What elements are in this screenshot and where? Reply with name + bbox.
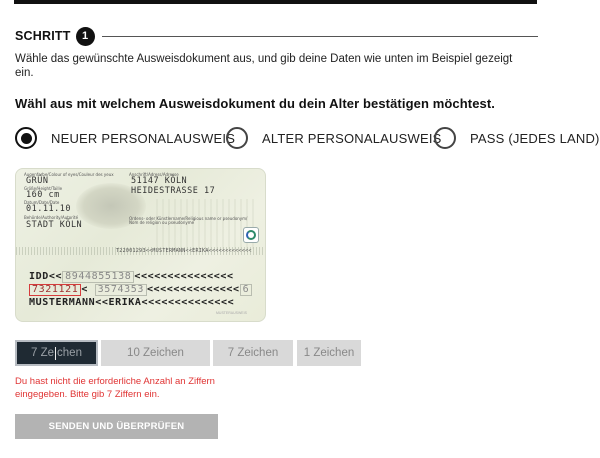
step-header: SCHRITT 1	[15, 26, 538, 46]
mrz-expiry-box: 3574353	[94, 284, 147, 296]
text-caret	[55, 346, 57, 360]
card-authority: STADT KÖLN	[26, 220, 83, 230]
radio-label: ALTER PERSONALAUSWEIS	[262, 130, 442, 146]
mrz-card-number-box: 8944855138	[62, 271, 135, 283]
mrz-line-2: 7321121 < 3574353 <<<<<<<<<<<<<< 6	[29, 284, 253, 296]
document-question: Wähl aus mit welchem Ausweisdokument du …	[15, 96, 495, 111]
radio-unchecked-icon[interactable]	[434, 127, 456, 149]
radio-old-id-card[interactable]: ALTER PERSONALAUSWEIS	[226, 126, 442, 150]
input-10-digits[interactable]: 10 Zeichen	[101, 340, 210, 366]
mrz-line-3: MUSTERMANN<<ERIKA<<<<<<<<<<<<<<	[29, 297, 235, 308]
card-eye-color: GRÜN	[26, 176, 49, 186]
card-hologram-icon	[243, 227, 259, 243]
card-address-line2: HEIDESTRASSE 17	[131, 186, 216, 196]
radio-label: PASS (JEDES LAND)	[470, 130, 600, 146]
step-divider	[101, 35, 538, 37]
intro-text: Wähle das gewünschte Ausweisdokument aus…	[15, 53, 513, 79]
input-1-digit[interactable]: 1 Zeichen	[297, 340, 361, 366]
card-stripe-text: T22001293<<MUSTERMANN<<ERIKA<<<<<<<<<<<<…	[116, 248, 252, 254]
mrz-birthdate-box-highlight: 7321121	[29, 284, 82, 296]
card-footer-text: MUSTERAUSWEIS	[216, 311, 247, 315]
mrz-line-1: IDD<< 8944855138 <<<<<<<<<<<<<<<	[29, 271, 234, 283]
radio-passport[interactable]: PASS (JEDES LAND)	[434, 126, 600, 150]
card-address-line1: 51147 KÖLN	[131, 176, 188, 186]
id-card-example-image: Augenfarbe/Colour of eyes/Couleur des ye…	[15, 168, 266, 322]
document-type-radio-group: NEUER PERSONALAUSWEIS ALTER PERSONALAUSW…	[15, 126, 600, 150]
card-date: 01.11.10	[26, 204, 71, 214]
radio-label: NEUER PERSONALAUSWEIS	[51, 130, 236, 146]
top-bar	[14, 0, 537, 4]
submit-verify-button[interactable]: SENDEN UND ÜBERPRÜFEN	[15, 414, 218, 439]
radio-new-id-card[interactable]: NEUER PERSONALAUSWEIS	[15, 126, 235, 150]
radio-unchecked-icon[interactable]	[226, 127, 248, 149]
validation-error-message: Du hast nicht die erforderliche Anzahl a…	[15, 376, 215, 400]
card-religious-label-2: Nom de religion ou pseudonyme	[129, 220, 195, 225]
card-height: 160 cm	[26, 190, 60, 200]
step-number-badge: 1	[75, 26, 95, 46]
radio-checked-icon[interactable]	[15, 127, 37, 149]
mrz-check-digit-box: 6	[239, 284, 253, 296]
input-7-digits-active[interactable]: 7 Ze chen	[15, 340, 98, 366]
input-7-digits-expiry[interactable]: 7 Zeichen	[213, 340, 293, 366]
step-label: SCHRITT	[15, 29, 71, 43]
